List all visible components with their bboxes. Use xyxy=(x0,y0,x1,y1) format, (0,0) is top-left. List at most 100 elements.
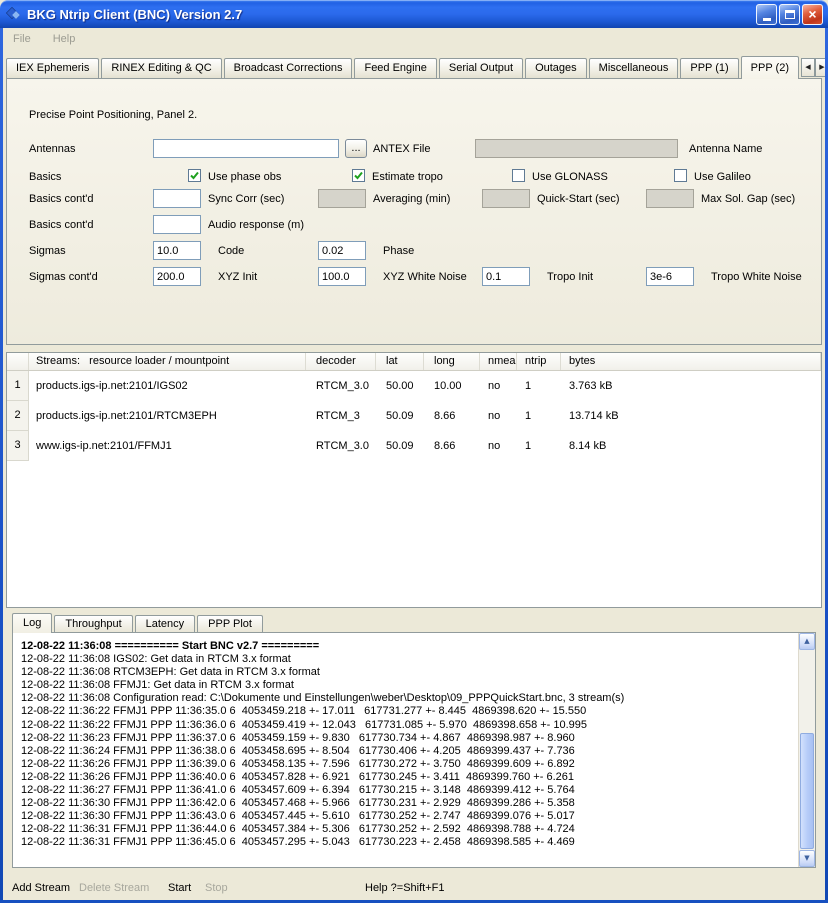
maximize-button[interactable] xyxy=(779,4,800,25)
cell-bytes: 13.714 kB xyxy=(561,401,821,431)
tab-throughput[interactable]: Throughput xyxy=(54,615,132,632)
use-phase-obs-checkbox[interactable] xyxy=(188,169,201,182)
log-scrollbar[interactable]: ▲ ▼ xyxy=(798,633,815,867)
menu-file[interactable]: File xyxy=(10,31,34,47)
tropo-init-input[interactable] xyxy=(482,267,530,286)
tropo-white-noise-input[interactable] xyxy=(646,267,694,286)
antex-browse-button[interactable]: ... xyxy=(345,139,367,158)
tab-broadcast-corrections[interactable]: Broadcast Corrections xyxy=(224,58,353,78)
cell-mountpoint: www.igs-ip.net:2101/FFMJ1 xyxy=(29,431,306,461)
log-line: 12-08-22 11:36:08 Configuration read: C:… xyxy=(21,692,797,705)
audio-response-input[interactable] xyxy=(153,215,201,234)
main-tabbar: IEX Ephemeris RINEX Editing & QC Broadca… xyxy=(6,55,822,78)
use-glonass-checkbox[interactable] xyxy=(512,169,525,182)
tab-rinex-editing-qc[interactable]: RINEX Editing & QC xyxy=(101,58,221,78)
use-galileo-checkbox[interactable] xyxy=(674,169,687,182)
tab-serial-output[interactable]: Serial Output xyxy=(439,58,523,78)
tab-latency[interactable]: Latency xyxy=(135,615,196,632)
start-button[interactable]: Start xyxy=(168,882,191,894)
cell-ntrip: 1 xyxy=(517,401,561,431)
chevron-left-icon: ◀ xyxy=(805,64,810,71)
cell-nmea: no xyxy=(480,431,517,461)
log-line: 12-08-22 11:36:22 FFMJ1 PPP 11:36:35.0 6… xyxy=(21,705,797,718)
minimize-button[interactable] xyxy=(756,4,777,25)
tab-feed-engine[interactable]: Feed Engine xyxy=(354,58,436,78)
app-icon xyxy=(5,6,21,22)
xyz-init-input[interactable] xyxy=(153,267,201,286)
averaging-input xyxy=(318,189,366,208)
max-sol-gap-input xyxy=(646,189,694,208)
estimate-tropo-checkbox[interactable] xyxy=(352,169,365,182)
sigma-code-label: Code xyxy=(218,245,244,257)
stop-button[interactable]: Stop xyxy=(205,882,228,894)
sigma-phase-label: Phase xyxy=(383,245,414,257)
quick-start-label: Quick-Start (sec) xyxy=(537,193,620,205)
window-controls: × xyxy=(756,4,823,25)
log-line: 12-08-22 11:36:08 FFMJ1: Get data in RTC… xyxy=(21,679,797,692)
log-line: 12-08-22 11:36:31 FFMJ1 PPP 11:36:45.0 6… xyxy=(21,836,797,849)
stream-row[interactable]: 2 products.igs-ip.net:2101/RTCM3EPH RTCM… xyxy=(7,401,821,431)
antennas-input[interactable] xyxy=(153,139,339,158)
header-ntrip: ntrip xyxy=(517,353,561,370)
tab-miscellaneous[interactable]: Miscellaneous xyxy=(589,58,679,78)
header-nmea: nmea xyxy=(480,353,517,370)
sigma-code-input[interactable] xyxy=(153,241,201,260)
basics-contd-row: Basics cont'd Sync Corr (sec) Averaging … xyxy=(7,189,821,210)
tab-ppp-2[interactable]: PPP (2) xyxy=(741,56,799,79)
sigmas-label: Sigmas xyxy=(29,245,66,257)
help-button[interactable]: Help ?=Shift+F1 xyxy=(365,882,445,894)
header-lat: lat xyxy=(376,353,424,370)
antennas-row: Antennas ... ANTEX File Antenna Name xyxy=(7,139,821,160)
cell-mountpoint: products.igs-ip.net:2101/RTCM3EPH xyxy=(29,401,306,431)
cell-long: 8.66 xyxy=(424,401,480,431)
antex-file-input xyxy=(475,139,678,158)
tab-scroll-left-button[interactable]: ◀ xyxy=(801,58,815,77)
close-button[interactable]: × xyxy=(802,4,823,25)
cell-decoder: RTCM_3.0 xyxy=(306,431,376,461)
menu-help[interactable]: Help xyxy=(50,31,79,47)
streams-header-row: Streams: resource loader / mountpoint de… xyxy=(7,353,821,371)
titlebar[interactable]: BKG Ntrip Client (BNC) Version 2.7 × xyxy=(0,0,828,28)
scrollbar-thumb[interactable] xyxy=(800,733,814,849)
use-glonass-label: Use GLONASS xyxy=(532,171,608,183)
tab-outages[interactable]: Outages xyxy=(525,58,587,78)
row-number: 1 xyxy=(7,371,29,401)
log-output: 12-08-22 11:36:08 ========== Start BNC v… xyxy=(12,632,816,868)
scroll-down-button[interactable]: ▼ xyxy=(799,850,815,867)
stream-row[interactable]: 3 www.igs-ip.net:2101/FFMJ1 RTCM_3.0 50.… xyxy=(7,431,821,461)
maximize-icon xyxy=(785,10,795,19)
tab-ephemeris[interactable]: IEX Ephemeris xyxy=(6,58,99,78)
checkmark-icon xyxy=(189,170,200,181)
xyz-white-noise-input[interactable] xyxy=(318,267,366,286)
cell-nmea: no xyxy=(480,401,517,431)
log-line: 12-08-22 11:36:31 FFMJ1 PPP 11:36:44.0 6… xyxy=(21,823,797,836)
delete-stream-button[interactable]: Delete Stream xyxy=(79,882,149,894)
tab-ppp-1[interactable]: PPP (1) xyxy=(680,58,738,78)
tab-ppp-plot[interactable]: PPP Plot xyxy=(197,615,263,632)
basics-contd2-row: Basics cont'd Audio response (m) xyxy=(7,215,821,236)
sigmas-row: Sigmas Code Phase xyxy=(7,241,821,262)
sigma-phase-input[interactable] xyxy=(318,241,366,260)
log-lines: 12-08-22 11:36:08 ========== Start BNC v… xyxy=(14,634,797,866)
use-phase-obs-label: Use phase obs xyxy=(208,171,281,183)
ppp2-panel: Precise Point Positioning, Panel 2. Ante… xyxy=(6,78,822,345)
tab-log[interactable]: Log xyxy=(12,613,52,633)
cell-ntrip: 1 xyxy=(517,431,561,461)
cell-decoder: RTCM_3 xyxy=(306,401,376,431)
add-stream-button[interactable]: Add Stream xyxy=(12,882,70,894)
triangle-down-icon: ▼ xyxy=(804,855,809,862)
audio-response-label: Audio response (m) xyxy=(208,219,304,231)
scroll-up-button[interactable]: ▲ xyxy=(799,633,815,650)
log-line: 12-08-22 11:36:24 FFMJ1 PPP 11:36:38.0 6… xyxy=(21,745,797,758)
triangle-up-icon: ▲ xyxy=(804,638,809,645)
use-galileo-label: Use Galileo xyxy=(694,171,751,183)
cell-lat: 50.09 xyxy=(376,401,424,431)
close-icon: × xyxy=(808,7,816,21)
cell-bytes: 3.763 kB xyxy=(561,371,821,401)
stream-row[interactable]: 1 products.igs-ip.net:2101/IGS02 RTCM_3.… xyxy=(7,371,821,401)
sigmas-contd-label: Sigmas cont'd xyxy=(29,271,98,283)
antenna-name-label: Antenna Name xyxy=(689,143,762,155)
sync-corr-input[interactable] xyxy=(153,189,201,208)
cell-mountpoint: products.igs-ip.net:2101/IGS02 xyxy=(29,371,306,401)
antennas-label: Antennas xyxy=(29,143,75,155)
